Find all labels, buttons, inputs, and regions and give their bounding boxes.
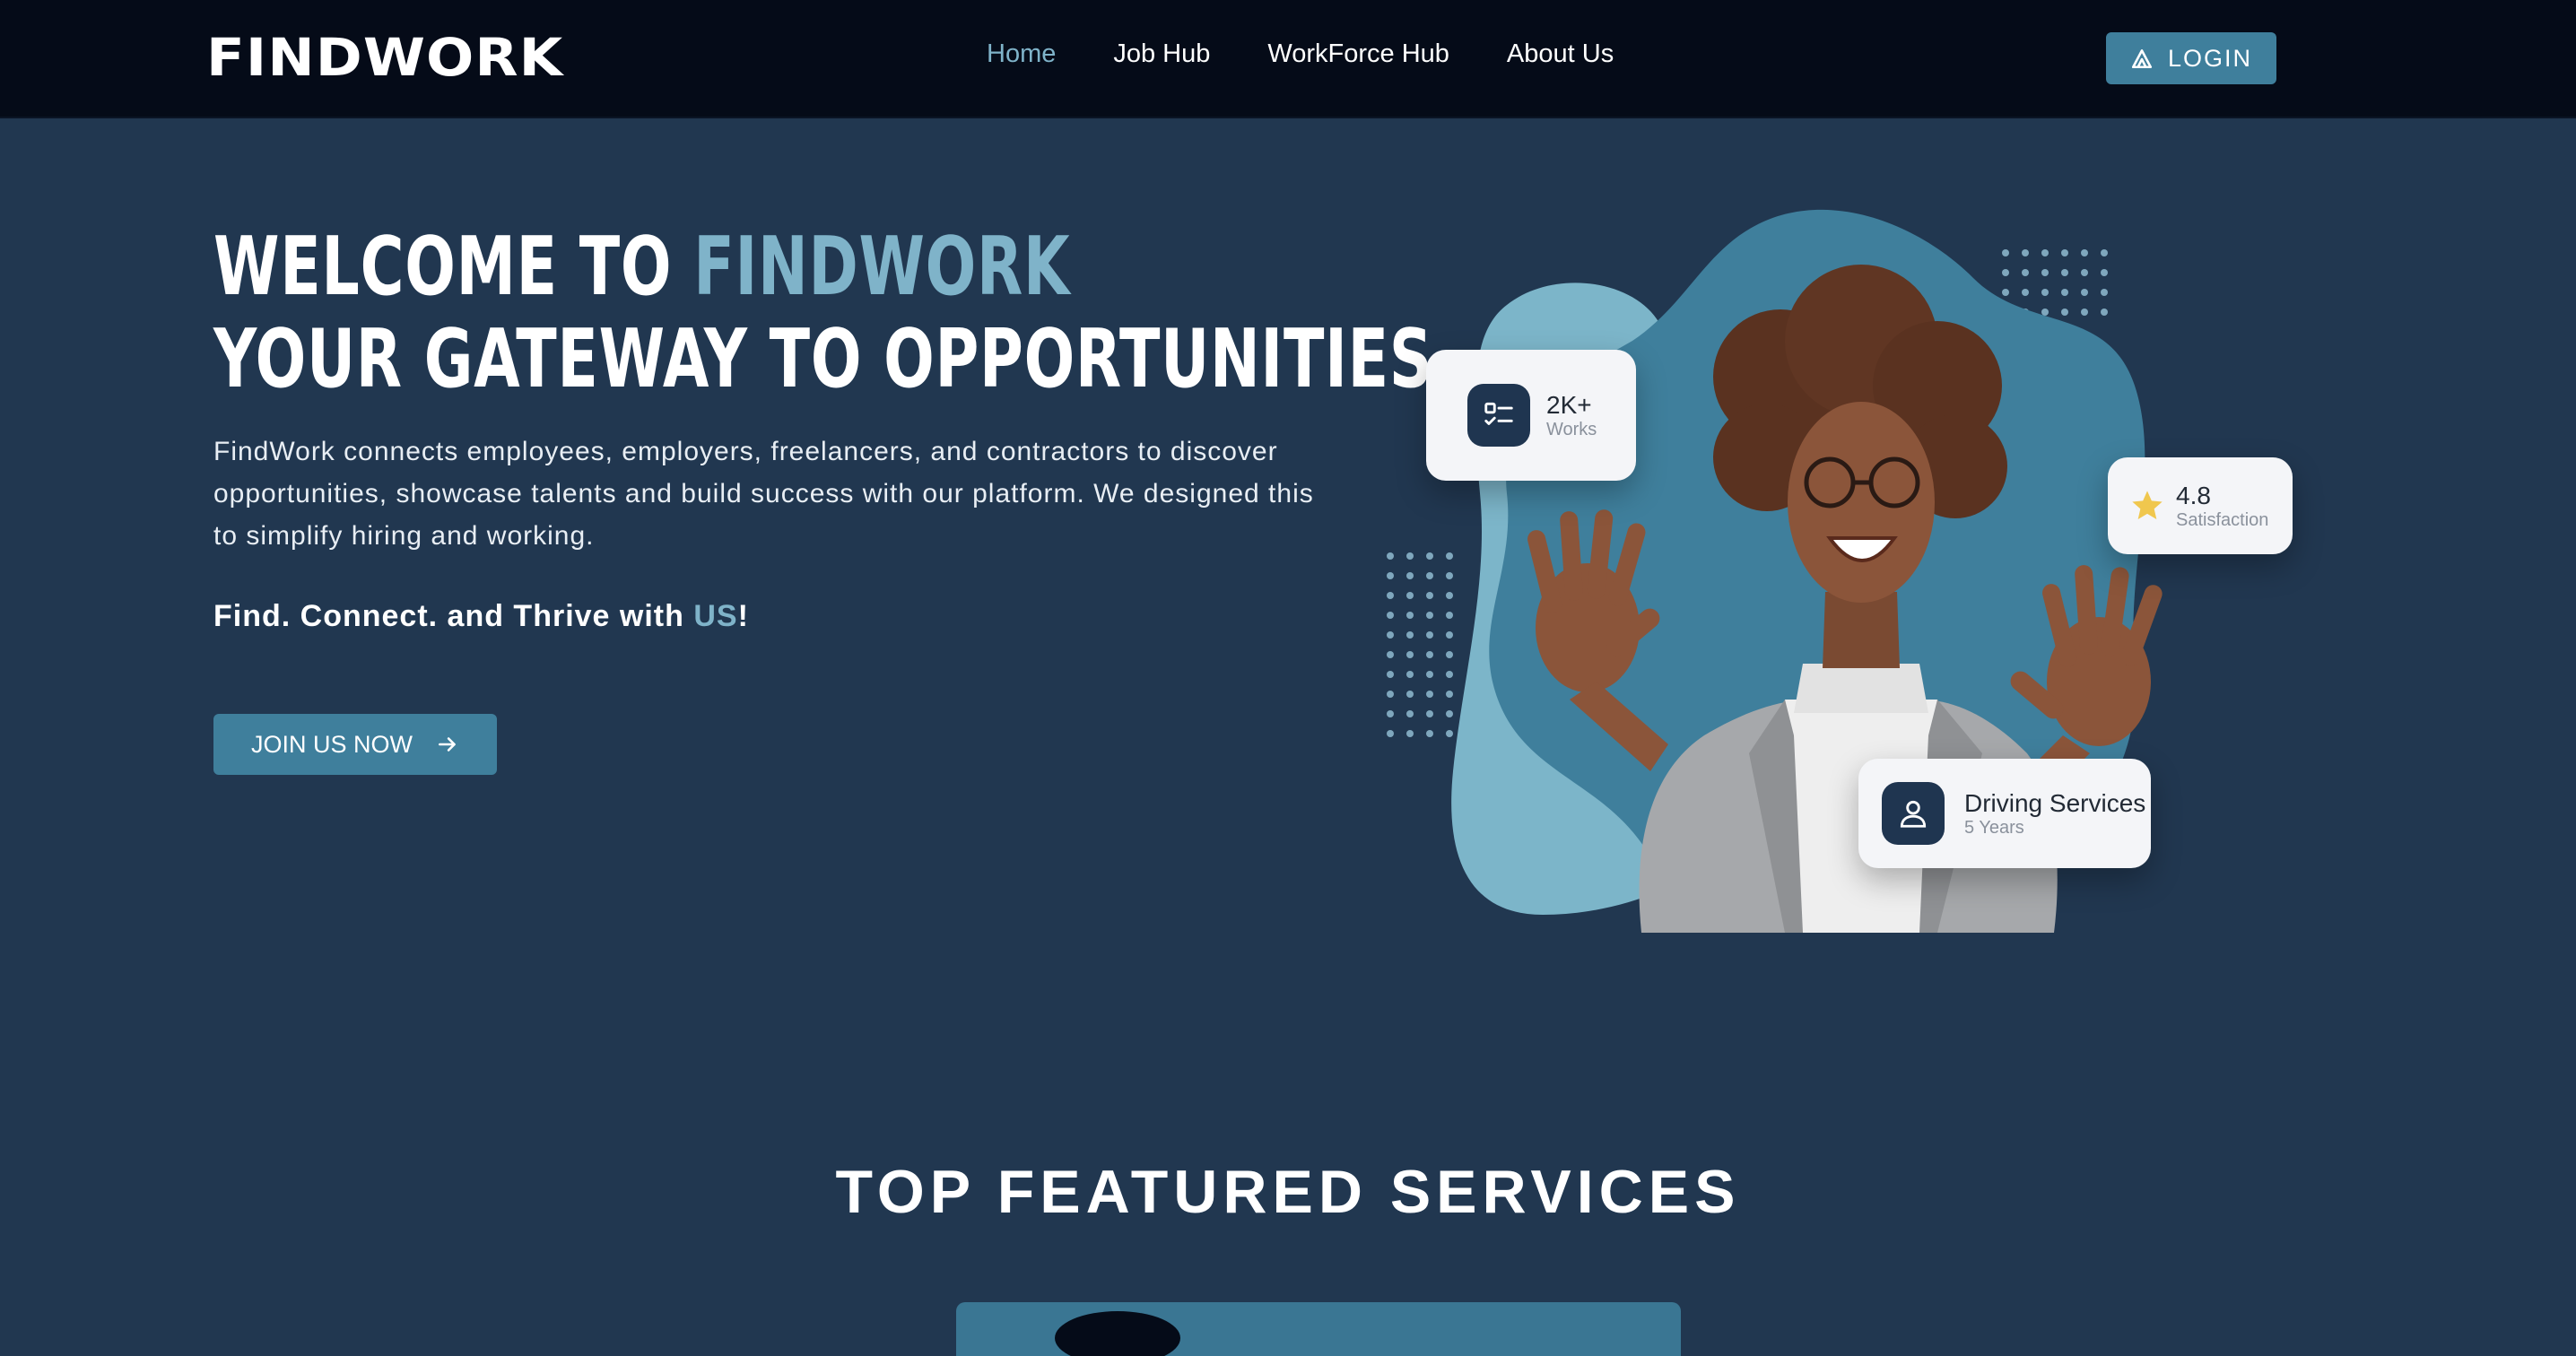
login-button[interactable]: LOGIN: [2106, 32, 2276, 84]
tagline-prefix: Find. Connect. and Thrive with: [213, 599, 694, 633]
nav-links: Home Job Hub WorkForce Hub About Us: [987, 39, 1614, 69]
navbar: FINDWORK Home Job Hub WorkForce Hub Abou…: [0, 0, 2576, 118]
featured-service-card[interactable]: [956, 1302, 1681, 1356]
hero-tagline: Find. Connect. and Thrive with US!: [213, 599, 749, 634]
section-title: TOP FEATURED SERVICES: [835, 1158, 1741, 1226]
join-us-label: JOIN US NOW: [251, 730, 413, 758]
hero-illustration: 2K+ Works 4.8 Satisfaction Driving Servi…: [1363, 197, 2350, 951]
star-icon: [2132, 491, 2163, 519]
hero-title: WELCOME TO FINDWORK YOUR GATEWAY TO OPPOR…: [213, 221, 1433, 405]
arrow-right-icon: [439, 737, 456, 752]
tagline-suffix: !: [737, 599, 749, 633]
works-value: 2K+: [1546, 390, 1592, 419]
nav-link-home[interactable]: Home: [987, 39, 1056, 69]
join-us-button[interactable]: JOIN US NOW: [213, 714, 497, 775]
nav-link-job-hub[interactable]: Job Hub: [1113, 39, 1210, 69]
service-value: Driving Services: [1964, 788, 2146, 817]
hero-title-accent: FINDWORK: [693, 220, 1071, 314]
stat-card-rating: 4.8 Satisfaction: [2108, 457, 2293, 554]
hero-title-line2: YOUR GATEWAY TO OPPORTUNITIES: [213, 312, 1433, 406]
hero-description: FindWork connects employees, employers, …: [213, 437, 1314, 551]
works-label: Works: [1546, 419, 1597, 439]
checklist-icon: [1467, 384, 1530, 447]
stat-card-service: Driving Services 5 Years: [1858, 759, 2151, 868]
user-icon: [1882, 782, 1945, 845]
logo[interactable]: FINDWORK: [206, 27, 563, 88]
login-icon: [2131, 49, 2153, 69]
stat-card-works: 2K+ Works: [1426, 350, 1636, 481]
hero-blob-graphic: [1387, 209, 2163, 933]
service-avatar-image: [1055, 1311, 1180, 1356]
tagline-accent: US: [693, 599, 738, 633]
nav-link-workforce-hub[interactable]: WorkForce Hub: [1267, 39, 1449, 69]
hero-title-prefix: WELCOME TO: [213, 220, 694, 314]
rating-label: Satisfaction: [2176, 509, 2269, 530]
service-label: 5 Years: [1964, 817, 2024, 838]
nav-link-about-us[interactable]: About Us: [1507, 39, 1614, 69]
dots-pattern-top: [2002, 249, 2108, 316]
login-label: LOGIN: [2167, 44, 2253, 72]
dots-pattern-left: [1387, 552, 1453, 737]
rating-value: 4.8: [2176, 481, 2211, 509]
